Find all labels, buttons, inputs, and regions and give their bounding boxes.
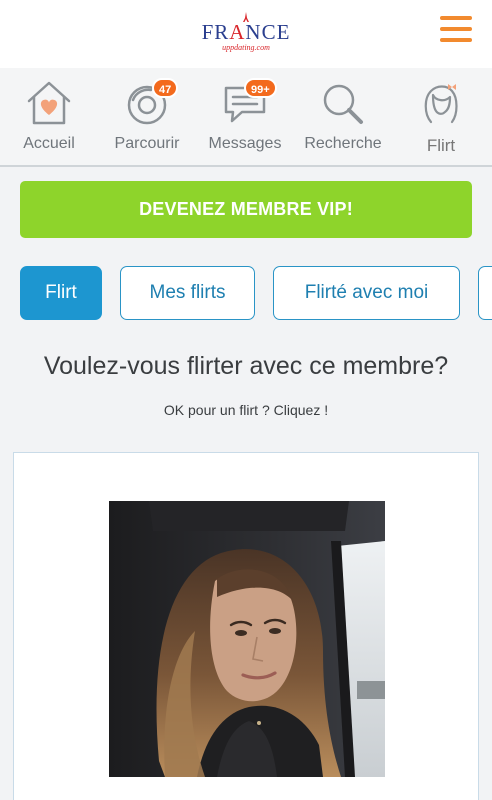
nav-label: Messages	[208, 135, 282, 152]
app-header: FRANCE uppdating.com	[0, 0, 492, 68]
main-nav: Accueil 47 Parcourir 99+ Messages Recher…	[0, 68, 492, 167]
france-uppdating-logo[interactable]: FRANCE uppdating.com	[196, 10, 296, 58]
logo-wordmark: FRANCE	[201, 20, 291, 44]
eiffel-tower-icon	[243, 12, 249, 22]
nav-label: Accueil	[23, 135, 75, 152]
logo-subtext: uppdating.com	[222, 43, 270, 52]
tab-flirt[interactable]: Flirt	[20, 266, 102, 320]
tab-mes-flirts[interactable]: Mes flirts	[120, 266, 255, 320]
home-heart-icon	[27, 81, 71, 125]
nav-item-recherche[interactable]: Recherche	[294, 68, 392, 165]
member-photo[interactable]	[109, 501, 385, 777]
nav-item-parcourir[interactable]: 47 Parcourir	[98, 68, 196, 165]
nav-label: Recherche	[304, 135, 382, 152]
flirt-icon	[424, 84, 458, 124]
member-photo-illustration	[109, 501, 385, 777]
become-vip-button[interactable]: DEVENEZ MEMBRE VIP!	[20, 181, 472, 238]
nav-item-accueil[interactable]: Accueil	[0, 68, 98, 165]
profile-card	[13, 452, 479, 800]
search-icon	[323, 84, 363, 124]
nav-label: Flirt	[426, 136, 456, 155]
flirt-subtitle: OK pour un flirt ? Cliquez !	[163, 402, 329, 418]
badge-count: 99+	[244, 78, 277, 98]
tab-more[interactable]	[478, 266, 492, 320]
hamburger-menu-icon[interactable]	[440, 16, 472, 46]
nav-item-messages[interactable]: 99+ Messages	[196, 68, 294, 165]
flirt-question: Voulez-vous flirter avec ce membre?	[43, 352, 449, 380]
nav-item-flirt[interactable]: Flirt	[392, 68, 490, 165]
nav-label: Parcourir	[114, 135, 180, 152]
badge-count: 47	[152, 78, 179, 98]
flirt-tabs: Flirt Mes flirts Flirté avec moi	[0, 266, 492, 320]
tab-flirte-avec-moi[interactable]: Flirté avec moi	[273, 266, 460, 320]
